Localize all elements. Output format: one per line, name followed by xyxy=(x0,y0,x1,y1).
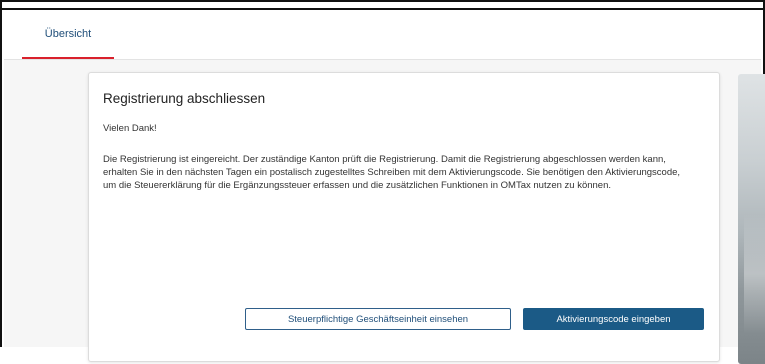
view-business-unit-button[interactable]: Steuerpflichtige Geschäftseinheit einseh… xyxy=(245,308,511,330)
card-subtitle: Vielen Dank! xyxy=(103,123,157,134)
top-border xyxy=(2,2,763,10)
enter-activation-code-button[interactable]: Aktivierungscode eingeben xyxy=(523,308,704,330)
app-window: Übersicht Registrierung abschliessen Vie… xyxy=(0,0,765,364)
main-content: Registrierung abschliessen Vielen Dank! … xyxy=(4,60,765,364)
tab-bar: Übersicht xyxy=(4,10,761,60)
side-banner-image xyxy=(738,74,765,364)
registration-card: Registrierung abschliessen Vielen Dank! … xyxy=(88,72,720,362)
tab-uebersicht[interactable]: Übersicht xyxy=(22,10,114,59)
card-title: Registrierung abschliessen xyxy=(103,91,266,106)
card-body-text: Die Registrierung ist eingereicht. Der z… xyxy=(103,154,681,191)
